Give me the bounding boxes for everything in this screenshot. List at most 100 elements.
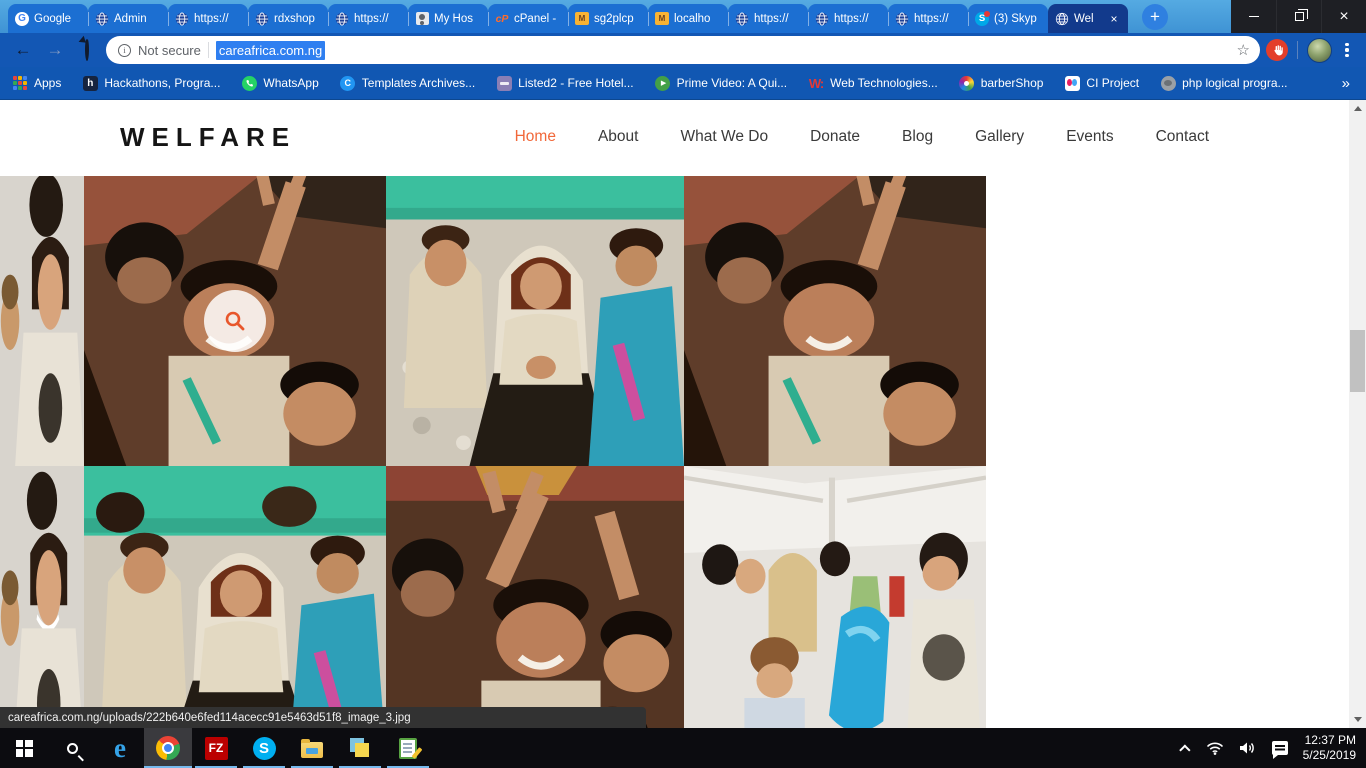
taskbar-filezilla-button[interactable]: FZ: [192, 728, 240, 768]
site-nav: Home About What We Do Donate Blog Galler…: [515, 128, 1209, 146]
globe-favicon: [815, 12, 829, 26]
taskbar-edge-button[interactable]: e: [96, 728, 144, 768]
tab-admin[interactable]: Admin: [88, 4, 168, 33]
taskbar-notepad-button[interactable]: [384, 728, 432, 768]
scrollbar-up-arrow[interactable]: [1349, 100, 1366, 117]
page-viewport: WELFARE Home About What We Do Donate Blo…: [0, 100, 1349, 728]
page-scrollbar[interactable]: [1349, 100, 1366, 728]
tab-https-2[interactable]: https://: [328, 4, 408, 33]
nav-about[interactable]: About: [598, 128, 639, 146]
globe-favicon: [175, 12, 189, 26]
tab-cpanel[interactable]: cP cPanel -: [488, 4, 568, 33]
chrome-menu-icon[interactable]: [1338, 43, 1356, 58]
bookmarks-overflow-icon[interactable]: »: [1342, 75, 1350, 92]
url-text-selected[interactable]: careafrica.com.ng: [216, 41, 325, 60]
restore-button[interactable]: [1276, 0, 1321, 33]
back-button[interactable]: ←: [10, 40, 36, 60]
chrome-icon: [156, 736, 180, 760]
nav-what-we-do[interactable]: What We Do: [680, 128, 768, 146]
tab-localhost[interactable]: M localho: [648, 4, 728, 33]
barbershop-icon: [959, 75, 975, 91]
bookmark-prime-video[interactable]: ▶ Prime Video: A Qui...: [655, 75, 788, 91]
phpmyadmin-favicon: M: [575, 12, 589, 26]
bookmark-php-logical[interactable]: php logical progra...: [1160, 75, 1287, 91]
bookmark-web-technologies[interactable]: W: Web Technologies...: [808, 75, 938, 91]
scrollbar-down-arrow[interactable]: [1349, 711, 1366, 728]
nav-donate[interactable]: Donate: [810, 128, 860, 146]
taskbar-sticky-notes-button[interactable]: [336, 728, 384, 768]
notification-badge: [984, 11, 990, 17]
tray-chevron-up-icon[interactable]: [1179, 744, 1190, 755]
nav-blog[interactable]: Blog: [902, 128, 933, 146]
tab-close-icon[interactable]: ×: [1107, 12, 1121, 26]
gallery-photo-tent-sliver-bottom[interactable]: [0, 466, 84, 728]
tab-welfare-active[interactable]: Wel ×: [1048, 4, 1128, 33]
new-tab-button[interactable]: +: [1142, 4, 1168, 30]
tab-https-4[interactable]: https://: [808, 4, 888, 33]
adblock-extension-icon[interactable]: [1266, 39, 1288, 61]
action-center-icon[interactable]: [1272, 741, 1288, 755]
tab-https-3[interactable]: https://: [728, 4, 808, 33]
windows-taskbar: e FZ S 12:37 PM 5/25/2019: [0, 728, 1366, 768]
globe-favicon: [95, 12, 109, 26]
bookmark-apps[interactable]: Apps: [12, 75, 61, 91]
gallery-photo-shawl-kids-1[interactable]: [386, 176, 684, 466]
taskbar-clock[interactable]: 12:37 PM 5/25/2019: [1303, 733, 1356, 763]
tab-sg2plcp[interactable]: M sg2plcp: [568, 4, 648, 33]
bookmark-star-icon[interactable]: ☆: [1237, 41, 1250, 59]
minimize-icon: [1249, 16, 1259, 18]
search-icon: [67, 743, 78, 754]
gallery-zoom-overlay[interactable]: [204, 290, 266, 352]
taskbar-search-button[interactable]: [48, 728, 96, 768]
volume-icon[interactable]: [1239, 741, 1257, 755]
nav-contact[interactable]: Contact: [1156, 128, 1209, 146]
info-icon[interactable]: i: [118, 44, 131, 57]
skype-favicon: S: [975, 12, 989, 26]
tab-https-5[interactable]: https://: [888, 4, 968, 33]
bookmark-templates[interactable]: C Templates Archives...: [340, 75, 475, 91]
status-bar-url: careafrica.com.ng/uploads/222b640e6fed11…: [0, 707, 646, 728]
bookmark-barbershop[interactable]: barberShop: [959, 75, 1044, 91]
tab-google[interactable]: G Google: [8, 4, 88, 33]
taskbar-file-explorer-button[interactable]: [288, 728, 336, 768]
close-button[interactable]: ×: [1321, 0, 1366, 33]
apps-grid-icon: [12, 75, 28, 91]
nav-events[interactable]: Events: [1066, 128, 1113, 146]
gallery-photo-shawl-kids-2[interactable]: [84, 466, 386, 728]
address-bar[interactable]: i Not secure careafrica.com.ng ☆: [106, 36, 1260, 64]
windows-logo-icon: [16, 740, 33, 757]
prime-video-icon: ▶: [655, 75, 671, 91]
gallery-photo-tent-distribution[interactable]: [684, 466, 986, 728]
wifi-icon[interactable]: [1206, 741, 1224, 755]
minimize-button[interactable]: [1231, 0, 1276, 33]
nav-home[interactable]: Home: [515, 128, 556, 146]
tab-skype[interactable]: S (3) Skyp: [968, 4, 1048, 33]
taskbar-skype-button[interactable]: S: [240, 728, 288, 768]
reload-button[interactable]: [74, 40, 100, 60]
security-label: Not secure: [138, 43, 201, 58]
tab-rdxshop[interactable]: rdxshop: [248, 4, 328, 33]
globe-favicon: [255, 12, 269, 26]
tab-my-host[interactable]: My Hos: [408, 4, 488, 33]
toolbar-divider: [1297, 41, 1298, 59]
sticky-notes-icon: [350, 738, 370, 758]
skype-icon: S: [253, 737, 276, 760]
bookmark-listed2[interactable]: Listed2 - Free Hotel...: [496, 75, 633, 91]
nav-gallery[interactable]: Gallery: [975, 128, 1024, 146]
close-icon: ×: [1339, 8, 1348, 26]
browser-tab-strip: G Google Admin https:// rdxshop https://: [0, 0, 1366, 33]
globe-favicon: [735, 12, 749, 26]
site-logo[interactable]: WELFARE: [120, 122, 296, 153]
gallery-photo-tent-sliver-top[interactable]: [0, 176, 84, 466]
forward-button[interactable]: →: [42, 40, 68, 60]
bookmark-ci-project[interactable]: CI Project: [1064, 75, 1139, 91]
bookmark-hackathons[interactable]: h Hackathons, Progra...: [82, 75, 220, 91]
taskbar-chrome-button[interactable]: [144, 728, 192, 768]
gallery-photo-peace-kids-2[interactable]: [684, 176, 986, 466]
scrollbar-thumb[interactable]: [1350, 330, 1365, 392]
start-button[interactable]: [0, 728, 48, 768]
profile-avatar[interactable]: [1307, 38, 1332, 63]
tab-https-1[interactable]: https://: [168, 4, 248, 33]
gallery-photo-peace-kids-3[interactable]: [386, 466, 684, 728]
bookmark-whatsapp[interactable]: WhatsApp: [241, 75, 318, 91]
